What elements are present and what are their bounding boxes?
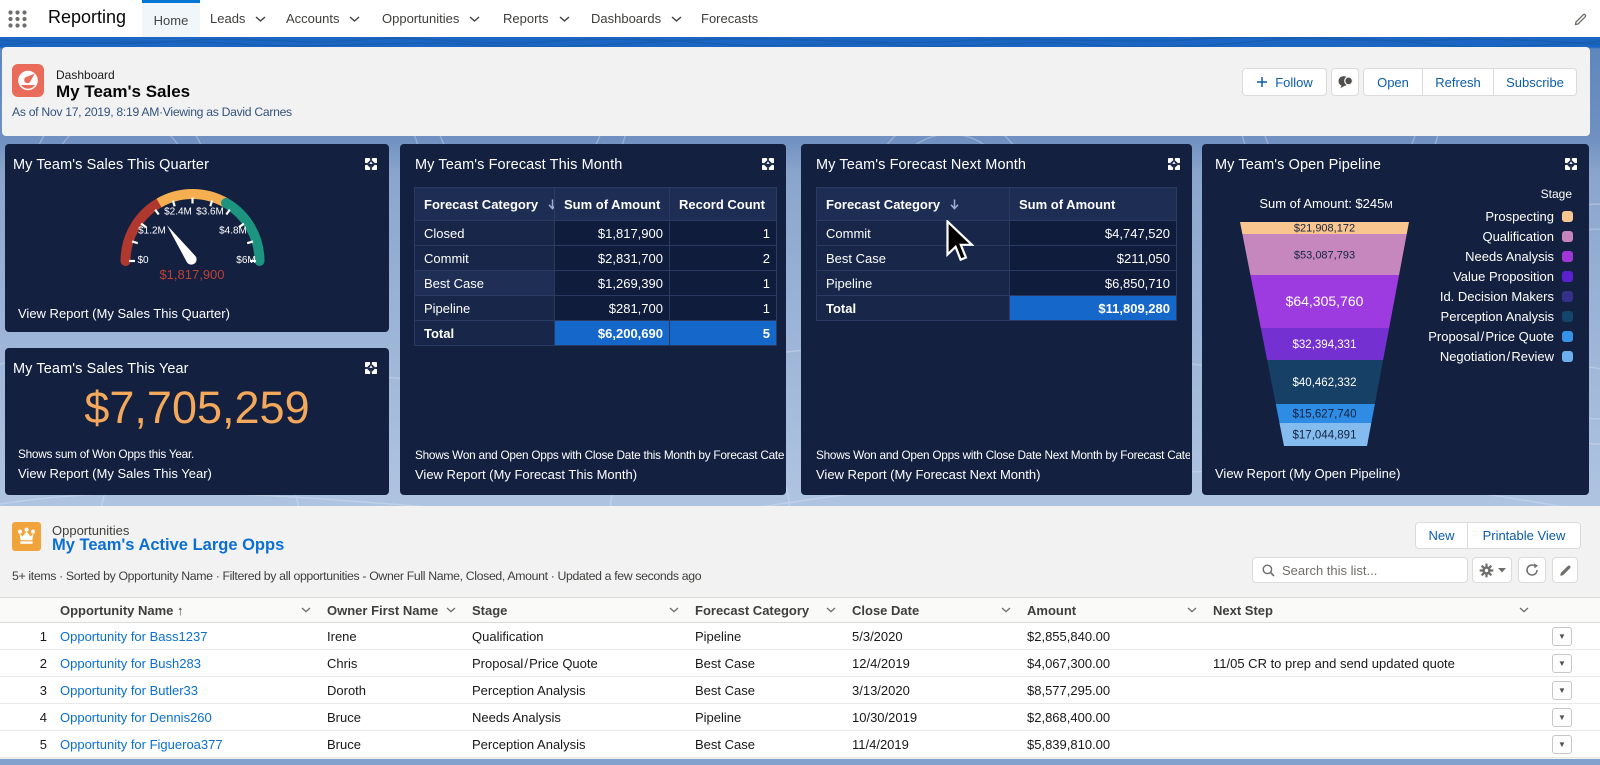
svg-text:$6M: $6M: [236, 255, 255, 266]
svg-text:$64,305,760: $64,305,760: [1286, 293, 1364, 309]
svg-text:$17,044,891: $17,044,891: [1293, 430, 1357, 442]
svg-text:$4.8M: $4.8M: [219, 226, 247, 237]
svg-text:$40,462,332: $40,462,332: [1293, 377, 1357, 389]
svg-text:$21,908,172: $21,908,172: [1294, 223, 1355, 235]
svg-text:$3.6M: $3.6M: [196, 207, 224, 218]
svg-text:$0: $0: [137, 255, 149, 266]
svg-text:$32,394,331: $32,394,331: [1293, 339, 1357, 351]
svg-text:$2.4M: $2.4M: [164, 207, 192, 218]
svg-text:$1.2M: $1.2M: [138, 226, 166, 237]
svg-text:$15,627,740: $15,627,740: [1293, 409, 1357, 421]
svg-text:$53,087,793: $53,087,793: [1294, 250, 1355, 262]
